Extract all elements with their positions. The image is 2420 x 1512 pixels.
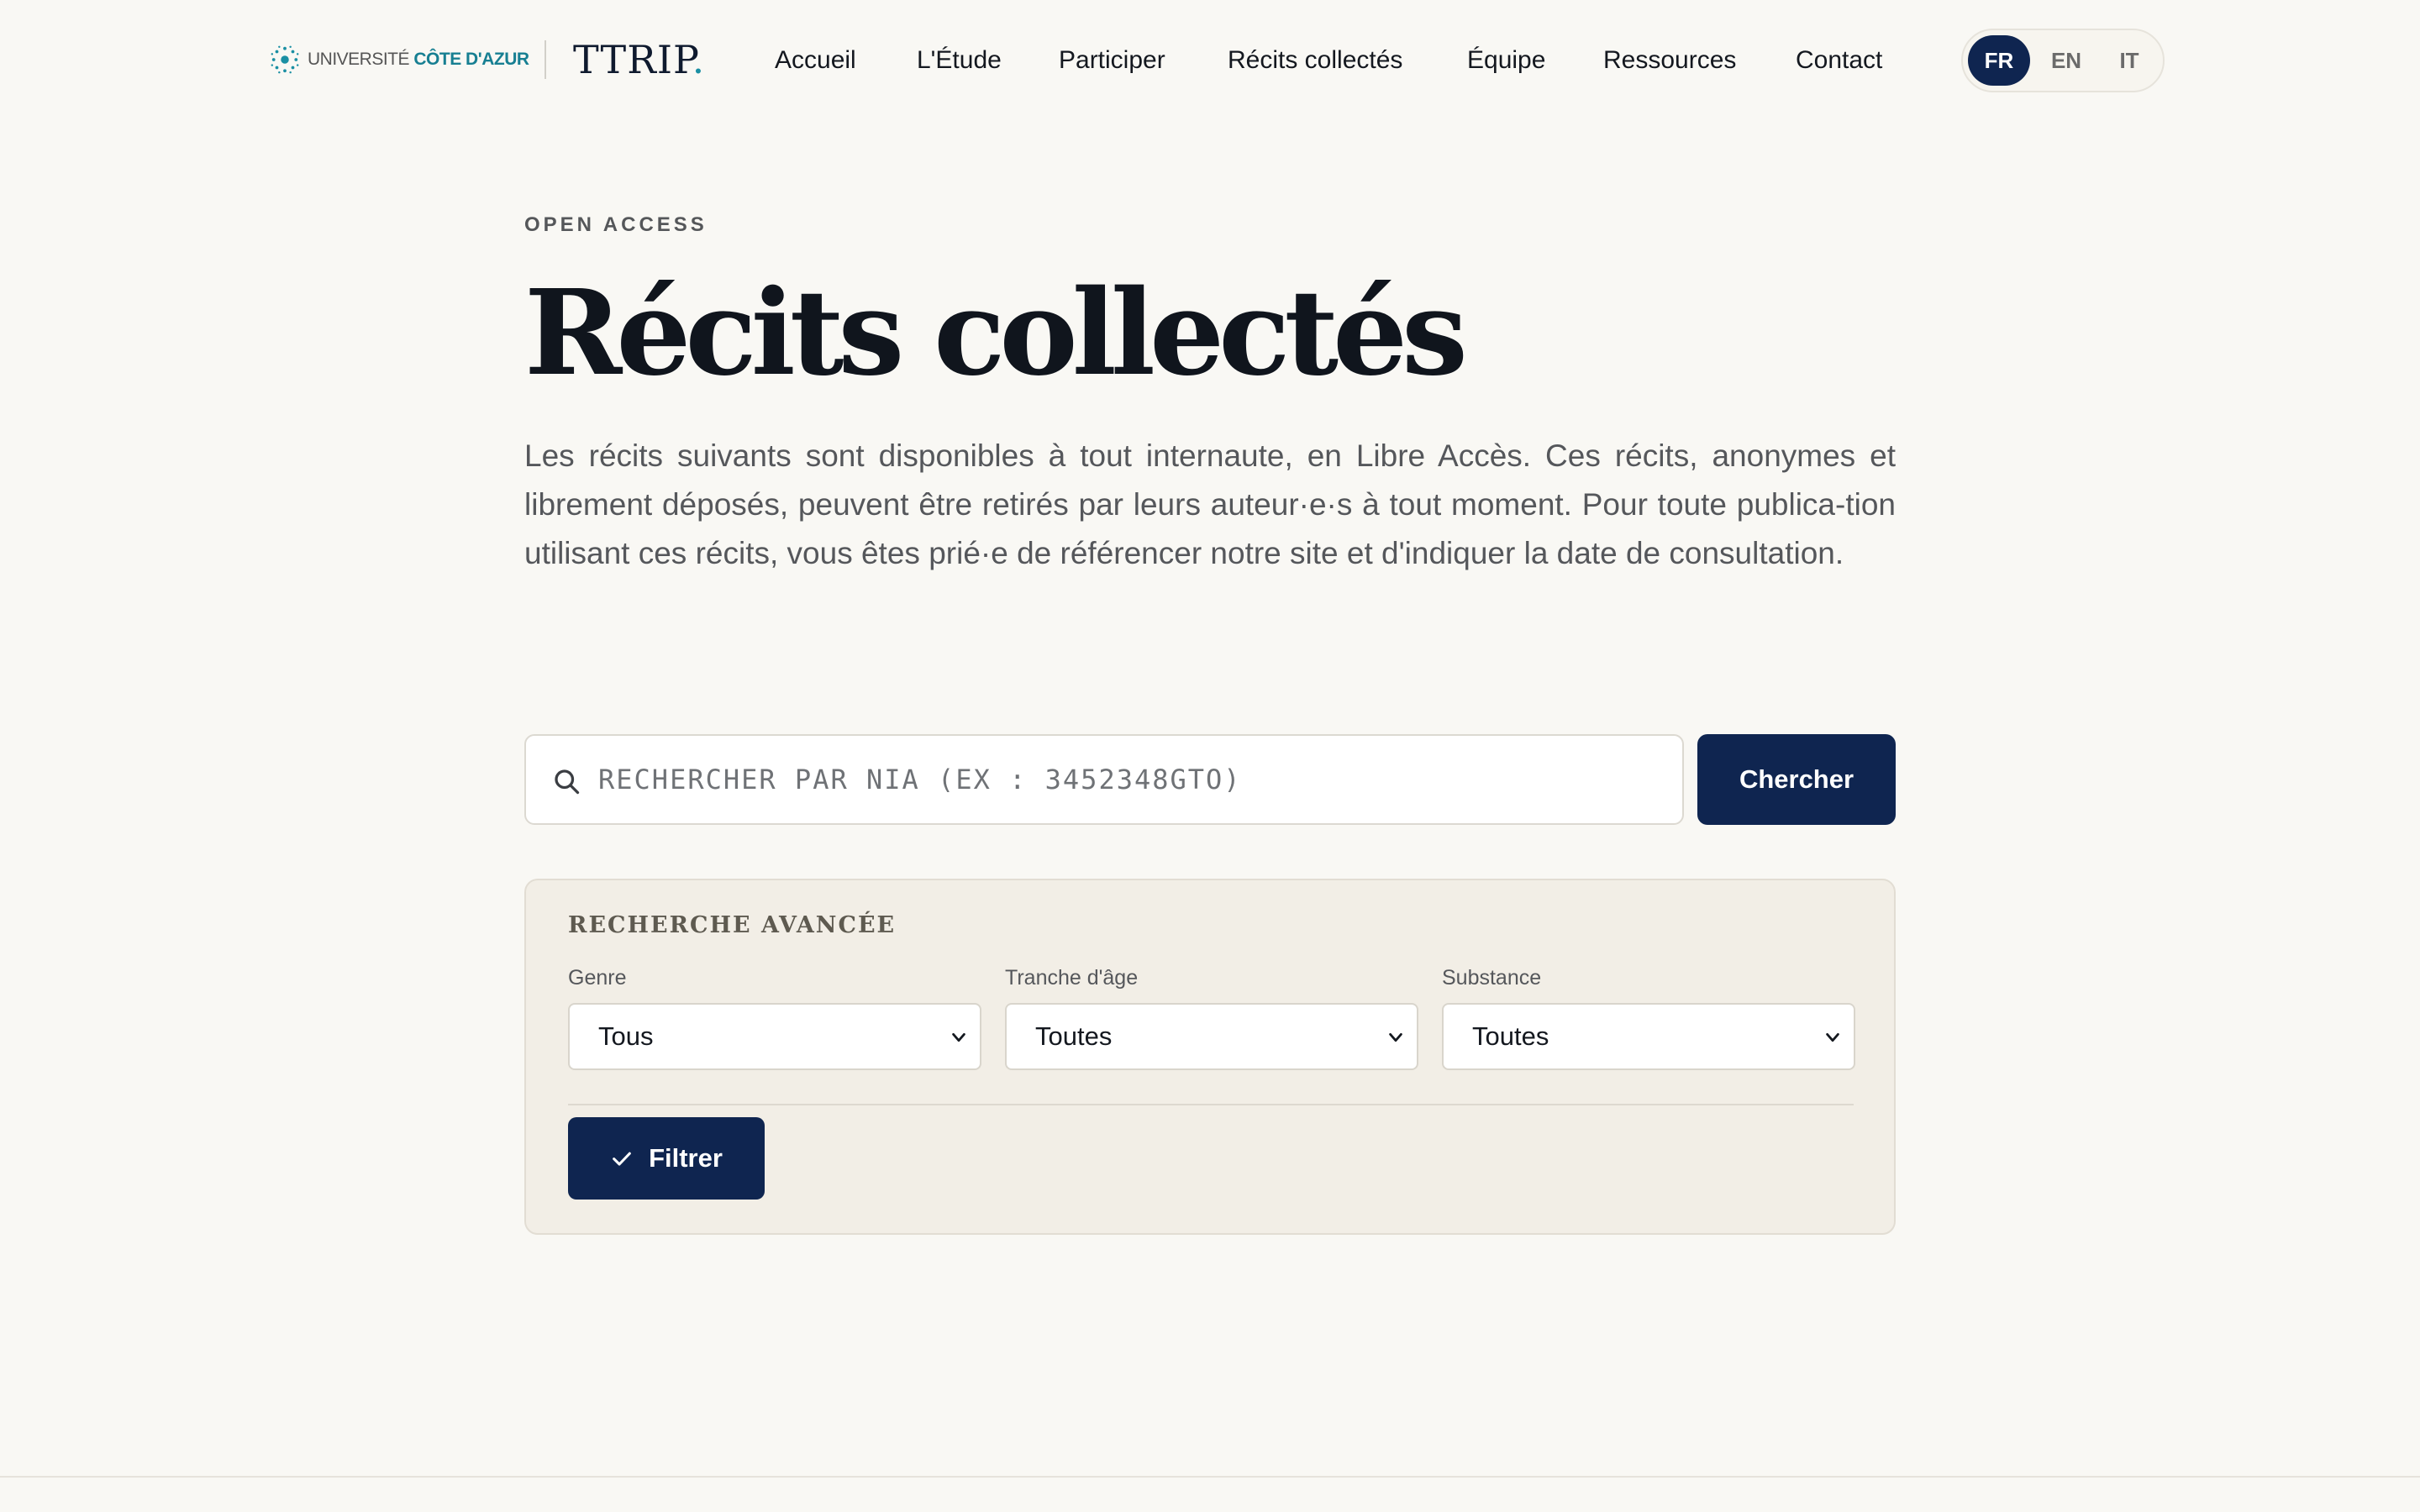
nav-equipe[interactable]: Équipe	[1467, 37, 1545, 84]
university-name: UNIVERSITÉ CÔTE D'AZUR	[308, 50, 529, 70]
filter-button-label: Filtrer	[649, 1143, 723, 1173]
nav-contact[interactable]: Contact	[1796, 37, 1882, 84]
age-range-select[interactable]: Toutes	[1005, 1003, 1418, 1070]
university-name-strong: CÔTE D'AZUR	[413, 50, 529, 69]
age-range-select-value: Toutes	[1035, 1021, 1113, 1051]
search-input[interactable]	[598, 738, 1674, 822]
advanced-search-title: RECHERCHE AVANCÉE	[568, 912, 897, 938]
search-box	[524, 734, 1684, 825]
genre-select[interactable]: Tous	[568, 1003, 981, 1070]
nav-ressources[interactable]: Ressources	[1603, 37, 1736, 84]
advanced-divider	[568, 1104, 1854, 1105]
search-button[interactable]: Chercher	[1697, 734, 1896, 825]
lang-fr[interactable]: FR	[1968, 35, 2030, 86]
chevron-down-icon	[1826, 1032, 1839, 1042]
page-title: Récits collectés	[524, 265, 1468, 402]
substance-label: Substance	[1442, 966, 1542, 990]
university-prefix: UNIVERSITÉ	[308, 50, 410, 69]
nav-recits-collectes[interactable]: Récits collectés	[1228, 37, 1402, 84]
nav-participer[interactable]: Participer	[1059, 37, 1165, 84]
nav-accueil[interactable]: Accueil	[775, 37, 856, 84]
footer-divider	[0, 1476, 2420, 1478]
chevron-down-icon	[952, 1032, 965, 1042]
lang-it[interactable]: IT	[2099, 35, 2160, 86]
site-header: UNIVERSITÉ CÔTE D'AZUR TTRIP. Accueil L'…	[0, 0, 2420, 119]
advanced-search-panel: RECHERCHE AVANCÉE Genre Tous Tranche d'â…	[524, 879, 1896, 1235]
brand-dot: .	[692, 37, 706, 82]
substance-select[interactable]: Toutes	[1442, 1003, 1855, 1070]
university-logo[interactable]: UNIVERSITÉ CÔTE D'AZUR	[269, 42, 529, 77]
filter-button[interactable]: Filtrer	[568, 1117, 765, 1200]
age-range-label: Tranche d'âge	[1005, 966, 1139, 990]
brand-logo[interactable]: TTRIP.	[573, 34, 705, 86]
chevron-down-icon	[1389, 1032, 1402, 1042]
brand-name: TTRIP	[573, 37, 692, 82]
check-icon	[613, 1152, 631, 1166]
search-icon	[555, 769, 580, 795]
intro-paragraph: Les récits suivants sont disponibles à t…	[524, 438, 1896, 570]
nav-etude[interactable]: L'Étude	[917, 37, 1002, 84]
genre-select-value: Tous	[598, 1021, 654, 1051]
logo-divider	[544, 40, 546, 79]
lang-en[interactable]: EN	[2035, 35, 2097, 86]
genre-label: Genre	[568, 966, 627, 990]
eyebrow-label: OPEN ACCESS	[524, 213, 708, 236]
substance-select-value: Toutes	[1472, 1021, 1549, 1051]
language-switcher: FR EN IT	[1961, 29, 2165, 92]
university-logo-icon	[271, 45, 299, 74]
